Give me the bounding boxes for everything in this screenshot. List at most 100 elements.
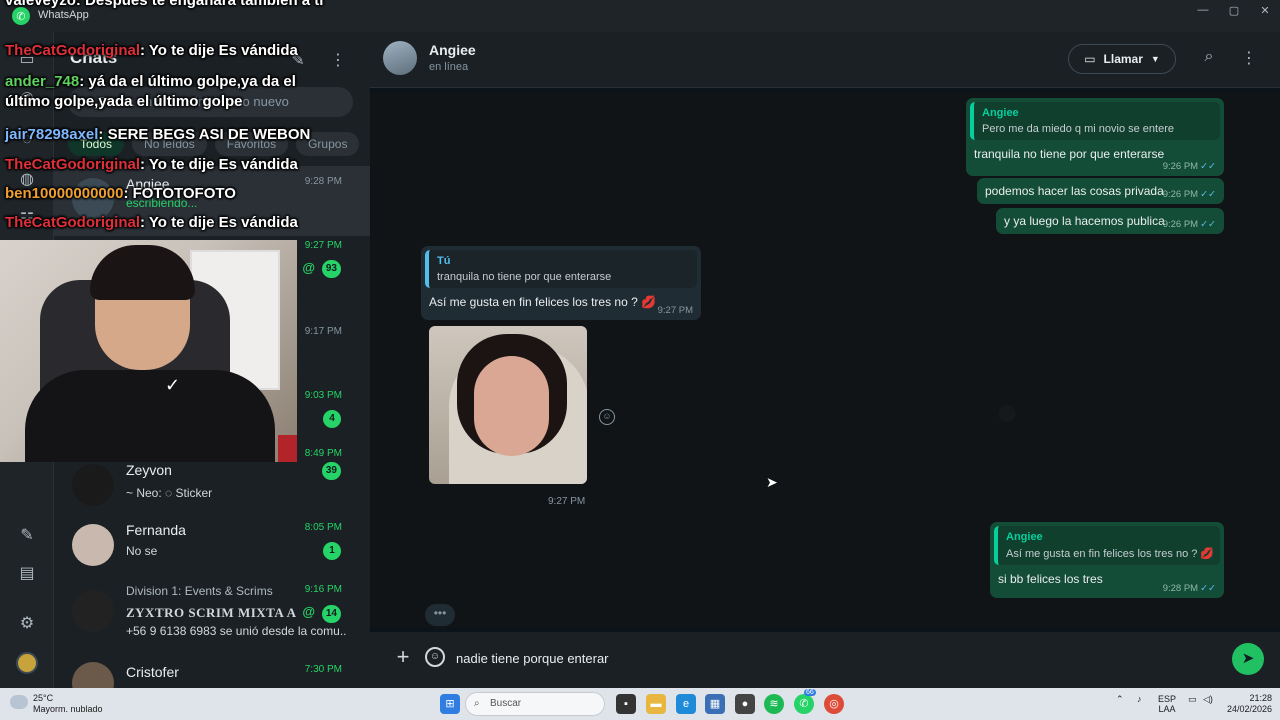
chat-list-title: Chats: [70, 48, 118, 67]
quoted-message[interactable]: Angiee Así me gusta en fin felices los t…: [994, 526, 1220, 565]
read-receipt-icon: ✓✓: [1200, 583, 1216, 594]
clock-date: 24/02/2026: [1226, 704, 1272, 714]
image-message[interactable]: [429, 326, 587, 484]
message-bubble-in[interactable]: Tú tranquila no tiene por que enterarse …: [421, 246, 701, 320]
task-view-icon[interactable]: ▪: [616, 694, 636, 714]
chats-icon[interactable]: ▭: [17, 50, 37, 70]
chat-item-division[interactable]: Division 1: Events & Scrims ZYXTRO SCRIM…: [54, 576, 370, 648]
tray-chevron-icon[interactable]: ⌃: [1116, 694, 1124, 704]
chat-preview: escribiendo...: [126, 196, 198, 210]
settings-gear-icon[interactable]: ⚙: [17, 614, 37, 634]
chrome-icon[interactable]: ◎: [824, 694, 844, 714]
quote-text: Así me gusta en fin felices los tres no …: [1006, 548, 1215, 560]
message-composer: + ☺ nadie tiene porque enterar ➤: [370, 632, 1280, 688]
close-button[interactable]: ✕: [1250, 4, 1280, 20]
quote-author: Tú: [437, 255, 451, 267]
chat-name: Angiee: [126, 176, 170, 192]
clock-time: 21:28: [1249, 693, 1272, 703]
whatsapp-taskbar-icon[interactable]: ✆: [794, 694, 814, 714]
menu-dots-icon[interactable]: ⋮: [328, 50, 348, 70]
unread-badge: 93: [321, 260, 341, 278]
volume-icon[interactable]: ◁): [1203, 694, 1213, 704]
message-bubble-out[interactable]: Angiee Así me gusta en fin felices los t…: [990, 522, 1224, 598]
chat-time: 9:28 PM: [304, 176, 342, 187]
message-time: 9:28 PM ✓✓: [1162, 583, 1216, 594]
contact-name[interactable]: Angiee: [429, 42, 476, 58]
maximize-button[interactable]: ▢: [1219, 4, 1249, 20]
chat-preview-secondary: +56 9 6138 6983 se unió desde la comu...: [126, 624, 346, 638]
chevron-down-icon: ▼: [1150, 54, 1160, 64]
quote-author: Angiee: [982, 107, 1019, 119]
quote-author: Angiee: [1006, 531, 1043, 543]
taskbar-clock[interactable]: 21:28 24/02/2026: [1222, 693, 1272, 715]
whatsapp-icon: ✆: [12, 7, 30, 25]
archived-icon[interactable]: ▤: [17, 564, 37, 584]
video-camera-icon: ▭: [1084, 52, 1096, 66]
communities-icon[interactable]: ☷: [17, 210, 37, 230]
sticker-emoji-icon[interactable]: ☺: [425, 647, 445, 667]
message-bubble-out[interactable]: Angiee Pero me da miedo q mi novio se en…: [966, 98, 1224, 176]
windows-taskbar: 25°C Mayorm. nublado ⊞ ⌕ Buscar ▪ ▬ e ▦ ●…: [0, 688, 1280, 720]
windows-start-icon[interactable]: ⊞: [440, 694, 460, 714]
filter-groups[interactable]: Grupos: [296, 132, 360, 156]
streamer-hair: [90, 245, 195, 300]
channels-icon[interactable]: ◍: [17, 170, 37, 190]
lang-bottom: LAA: [1158, 704, 1176, 714]
call-label: Llamar: [1103, 52, 1143, 66]
avatar: [72, 662, 114, 688]
chat-preview: No se: [126, 544, 158, 558]
message-time: 9:26 PM ✓✓: [1162, 161, 1216, 172]
lang-top: ESP: [1158, 694, 1177, 704]
contact-avatar[interactable]: [383, 41, 417, 75]
status-icon[interactable]: ◌: [17, 130, 37, 150]
filter-all[interactable]: Todos: [68, 132, 125, 156]
webcam-overlay: ✓: [0, 240, 297, 462]
search-icon[interactable]: ⌕: [1199, 48, 1219, 68]
chat-item-cristofer[interactable]: Cristofer 7:30 PM: [54, 654, 370, 688]
weather-temp: 25°C: [33, 693, 54, 703]
chat-name: Zeyvon: [126, 462, 172, 478]
call-button[interactable]: ▭ Llamar ▼: [1068, 44, 1176, 74]
unread-badge: 1: [323, 542, 341, 560]
spotify-icon[interactable]: ≋: [764, 694, 784, 714]
edge-browser-icon[interactable]: e: [676, 694, 696, 714]
chat-time: 7:30 PM: [304, 664, 342, 675]
mouse-cursor-icon: ➤: [766, 474, 778, 490]
quoted-message[interactable]: Angiee Pero me da miedo q mi novio se en…: [970, 102, 1220, 140]
read-receipt-icon: ✓✓: [1200, 219, 1216, 230]
attach-plus-icon[interactable]: +: [392, 646, 414, 670]
whatsapp-badge: 66: [804, 689, 816, 696]
filter-favorites[interactable]: Favoritos: [214, 132, 289, 156]
language-indicator[interactable]: ESP LAA: [1158, 694, 1176, 714]
filter-chips: Todos No leídos Favoritos Grupos: [68, 132, 360, 156]
chat-time: 9:03 PM: [304, 390, 342, 401]
file-explorer-icon[interactable]: ▬: [646, 694, 666, 714]
profile-avatar[interactable]: [16, 652, 38, 674]
starred-icon[interactable]: ✎: [17, 526, 37, 546]
menu-dots-icon[interactable]: ⋮: [1239, 48, 1259, 68]
avatar: [72, 524, 114, 566]
quoted-message[interactable]: Tú tranquila no tiene por que enterarse: [425, 250, 697, 288]
network-icon[interactable]: ▭: [1188, 694, 1197, 704]
microphone-icon[interactable]: ♪: [1137, 694, 1142, 704]
obs-icon[interactable]: ●: [735, 694, 755, 714]
message-time: 9:26 PM ✓✓: [1162, 189, 1216, 200]
chat-item-angiee[interactable]: Angiee escribiendo... 9:28 PM: [54, 166, 370, 236]
react-emoji-icon[interactable]: ☺: [599, 409, 615, 425]
message-bubble-out[interactable]: podemos hacer las cosas privada 9:26 PM ✓…: [977, 178, 1224, 204]
avatar: [72, 590, 114, 632]
chat-search-input[interactable]: Busca un chat o inicia uno nuevo: [68, 87, 353, 117]
message-bubble-out[interactable]: y ya luego la hacemos publica 9:26 PM ✓✓: [996, 208, 1224, 234]
message-time: 9:27 PM: [657, 305, 693, 316]
chat-item-fernanda[interactable]: Fernanda No se 8:05 PM 1: [54, 512, 370, 582]
store-icon[interactable]: ▦: [705, 694, 725, 714]
taskbar-search[interactable]: ⌕ Buscar: [465, 692, 605, 716]
message-input[interactable]: nadie tiene porque enterar: [456, 646, 1226, 672]
calls-icon[interactable]: ✆: [17, 90, 37, 110]
conversation-header: Angiee en línea ▭ Llamar ▼ ⌕ ⋮: [370, 32, 1280, 88]
chat-time: 8:05 PM: [304, 522, 342, 533]
new-chat-icon[interactable]: ✎: [288, 50, 308, 70]
send-button[interactable]: ➤: [1232, 643, 1264, 675]
filter-unread[interactable]: No leídos: [132, 132, 207, 156]
minimize-button[interactable]: —: [1188, 4, 1218, 20]
